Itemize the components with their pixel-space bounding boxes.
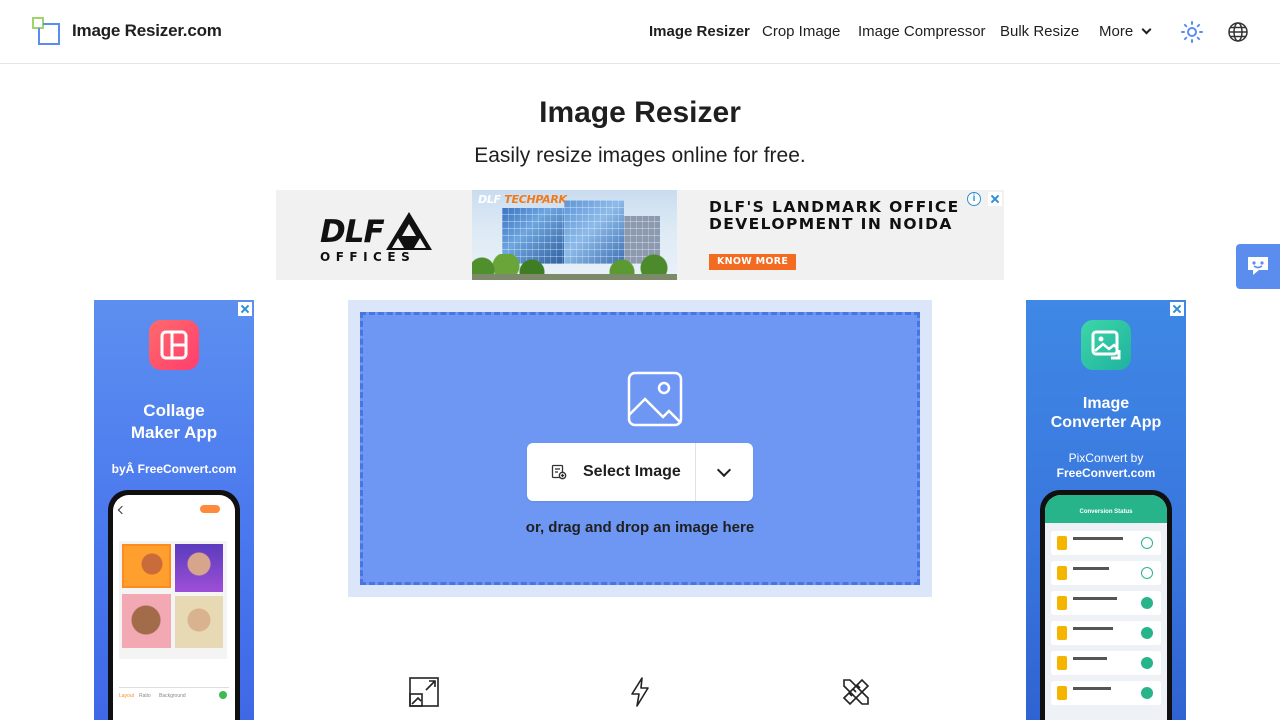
file-icon [551,464,567,480]
upload-source-dropdown[interactable] [696,443,753,501]
phone-header: Conversion Status [1079,509,1133,515]
globe-icon[interactable] [1226,20,1250,44]
logo-icon [32,17,60,45]
chevron-down-icon [716,462,732,478]
top-banner-ad[interactable]: DLF OFFICES DLF TECHPARK DLF'S LANDMARK … [276,190,1004,280]
know-more-button[interactable]: KNOW MORE [709,254,797,270]
ad-headline: DLF'S LANDMARK OFFICE DEVELOPMENT IN NOI… [709,198,960,233]
site-logo[interactable]: Image Resizer.com [32,17,222,45]
left-side-ad[interactable]: Collage Maker App byÂ FreeConvert.com La… [94,300,254,720]
page: Image Resizer.com Image Resizer Crop Ima… [0,0,1280,720]
tools-icon [840,676,872,708]
left-ad-byline: byÂ FreeConvert.com [111,462,237,476]
nav-more-label: More [1099,23,1134,40]
logo-text: Image Resizer.com [72,21,222,40]
nav-crop-image[interactable]: Crop Image [762,23,840,40]
lightning-icon [624,676,656,708]
close-icon[interactable] [988,192,1002,206]
building-photo: DLF TECHPARK [472,190,677,280]
feedback-button[interactable] [1236,244,1280,289]
select-image-button[interactable]: Select Image [527,443,695,501]
select-image-control: Select Image [527,443,753,501]
triangle-icon [386,212,432,250]
phone-mockup: Layout Ratio Background [108,490,240,720]
right-ad-title-1: Image [1082,395,1130,412]
dlf-offices: OFFICES [320,250,416,264]
phone-mockup: Conversion Status [1040,490,1172,720]
right-side-ad[interactable]: Image Converter App PixConvert by FreeCo… [1026,300,1186,720]
nav-more[interactable]: More [1099,23,1152,40]
site-header: Image Resizer.com Image Resizer Crop Ima… [0,0,1280,64]
nav-image-compressor[interactable]: Image Compressor [858,23,986,40]
adchoices-icon[interactable]: i [967,192,981,206]
resize-icon [408,676,440,708]
nav-image-resizer[interactable]: Image Resizer [649,23,750,40]
dlf-logo: DLF OFFICES [320,208,432,264]
nav-bulk-resize[interactable]: Bulk Resize [1000,23,1079,40]
page-title: Image Resizer [539,96,741,129]
dlf-brand: DLF [320,214,385,250]
chat-icon [1248,257,1268,275]
image-icon [627,371,683,427]
right-ad-byline-2: FreeConvert.com [1056,466,1156,480]
collage-app-icon [149,320,199,370]
techpark-caption: DLF TECHPARK [478,193,567,206]
page-subtitle: Easily resize images online for free. [474,144,806,167]
left-ad-title-2: Maker App [130,423,218,442]
close-icon[interactable] [238,302,252,316]
right-ad-title-2: Converter App [1050,414,1162,431]
left-ad-title-1: Collage [143,401,205,420]
right-ad-byline-1: PixConvert by [1068,451,1144,465]
techpark-dlf: DLF [478,193,501,206]
close-icon[interactable] [1170,302,1184,316]
chevron-down-icon [1141,24,1152,35]
sun-icon[interactable] [1180,20,1204,44]
techpark-word: TECHPARK [504,193,567,206]
select-image-label: Select Image [583,463,681,480]
converter-app-icon [1081,320,1131,370]
drag-drop-hint: or, drag and drop an image here [525,519,755,536]
